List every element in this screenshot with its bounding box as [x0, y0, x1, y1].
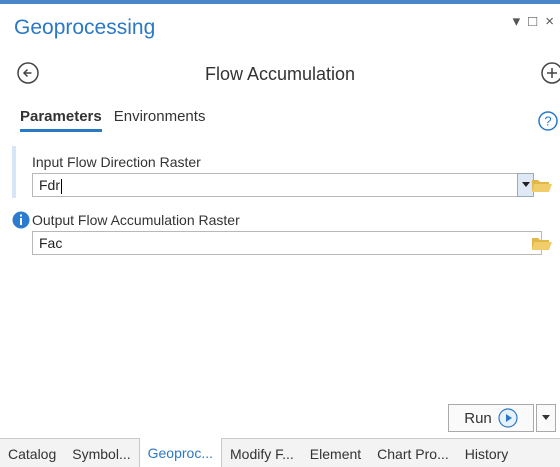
- param-label: Input Flow Direction Raster: [32, 154, 201, 170]
- run-options-button[interactable]: [536, 404, 556, 432]
- tab-history[interactable]: History: [457, 439, 517, 467]
- window-controls: ▾ □ ×: [513, 14, 554, 30]
- tab-element[interactable]: Element: [302, 439, 369, 467]
- info-icon: [12, 211, 30, 229]
- browse-output-button[interactable]: [531, 234, 553, 252]
- folder-icon: [532, 238, 552, 250]
- run-label: Run: [464, 409, 492, 427]
- help-icon: ?: [538, 111, 558, 131]
- output-flow-accumulation-field[interactable]: Fac: [32, 231, 542, 255]
- tab-modify-features[interactable]: Modify F...: [222, 439, 302, 467]
- run-button[interactable]: Run: [448, 404, 534, 432]
- tab-environments[interactable]: Environments: [114, 108, 206, 132]
- svg-text:?: ?: [544, 114, 551, 129]
- text-cursor: [61, 178, 62, 194]
- tab-symbology[interactable]: Symbol...: [64, 439, 138, 467]
- close-button[interactable]: ×: [545, 14, 554, 30]
- tab-geoprocessing[interactable]: Geoproc...: [138, 438, 222, 467]
- folder-icon: [532, 180, 552, 192]
- tab-catalog[interactable]: Catalog: [0, 439, 64, 467]
- browse-input-button[interactable]: [531, 176, 553, 194]
- field-value: Fdr: [39, 177, 60, 193]
- tab-parameters[interactable]: Parameters: [20, 108, 102, 132]
- tool-tabs: Parameters Environments: [20, 108, 205, 132]
- param-label: Output Flow Accumulation Raster: [32, 212, 240, 228]
- panel-title: Geoprocessing: [14, 16, 156, 39]
- bottom-tab-bar: Catalog Symbol... Geoproc... Modify F...…: [0, 438, 560, 467]
- help-button[interactable]: ?: [537, 110, 559, 132]
- add-button[interactable]: [540, 61, 560, 85]
- pane-menu-button[interactable]: ▾: [513, 14, 521, 30]
- panel-top-border: [0, 0, 560, 4]
- plus-circle-icon: [541, 62, 560, 84]
- chevron-down-icon: [521, 182, 530, 187]
- input-flow-direction-field[interactable]: Fdr: [32, 173, 526, 197]
- tab-chart-properties[interactable]: Chart Pro...: [369, 439, 457, 467]
- tool-title: Flow Accumulation: [204, 64, 356, 84]
- maximize-button[interactable]: □: [528, 14, 537, 30]
- play-icon: [498, 408, 518, 428]
- chevron-down-icon: [542, 415, 550, 420]
- param-accent-bar: [12, 146, 16, 198]
